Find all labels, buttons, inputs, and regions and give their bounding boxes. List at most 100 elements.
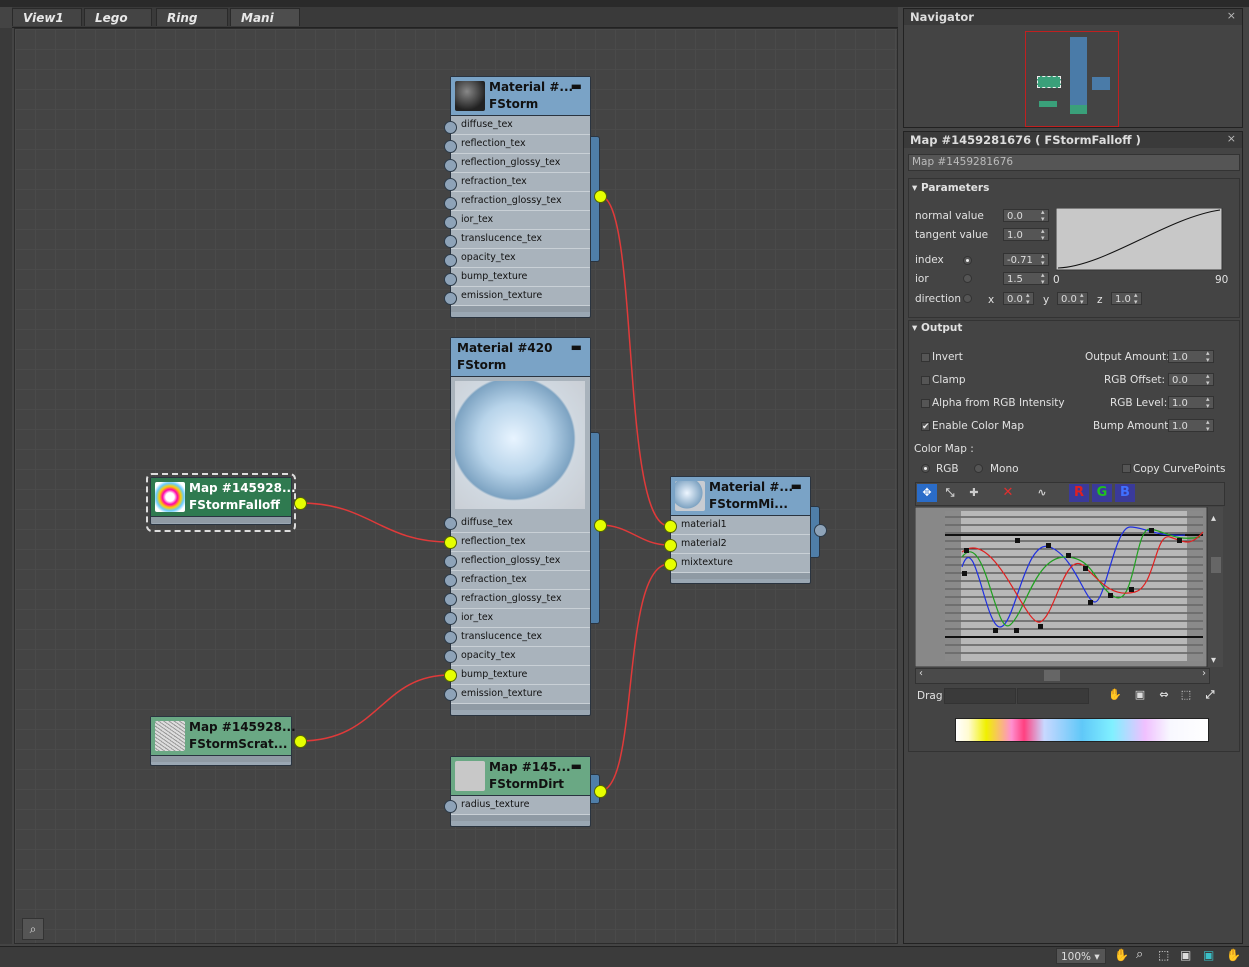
slot-refraction-glossy-tex[interactable]: refraction_glossy_tex (451, 192, 590, 211)
slot-bump-texture[interactable]: bump_texture (451, 268, 590, 287)
dirt-map-node[interactable]: Map #145... FStormDirt ▬ radius_texture (450, 756, 591, 827)
scale-points-icon[interactable]: ⤡ (940, 484, 960, 502)
slot-reflection-tex[interactable]: reflection_tex (451, 533, 590, 552)
collapse-icon[interactable]: ▬ (571, 759, 582, 773)
slot-translucence-tex[interactable]: translucence_tex (451, 230, 590, 249)
delete-point-icon[interactable]: ✕ (998, 484, 1018, 502)
zoom-selected-icon[interactable]: ▣ (1203, 948, 1214, 962)
output-port[interactable] (294, 735, 307, 748)
index-radio[interactable] (963, 256, 972, 265)
slot-reflection-glossy-tex[interactable]: reflection_glossy_tex (451, 154, 590, 173)
slot-reflection-glossy-tex[interactable]: reflection_glossy_tex (451, 552, 590, 571)
input-port[interactable] (444, 178, 457, 191)
parameters-header[interactable]: ▾ Parameters (912, 182, 989, 194)
output-port[interactable] (814, 524, 827, 537)
output-port[interactable] (594, 519, 607, 532)
close-icon[interactable]: × (1227, 132, 1236, 145)
green-channel-button[interactable]: G (1092, 484, 1112, 502)
input-port-connected[interactable] (664, 558, 677, 571)
input-port[interactable] (444, 688, 457, 701)
y-spinner[interactable]: 0.0 (1057, 292, 1088, 306)
falloff-map-node[interactable]: Map #145928... FStormFalloff (150, 477, 296, 525)
input-port[interactable] (444, 140, 457, 153)
slot-refraction-glossy-tex[interactable]: refraction_glossy_tex (451, 590, 590, 609)
pan-view-icon[interactable]: ✋ (1226, 948, 1241, 962)
material-420-node[interactable]: Material #420 FStorm ▬ diffuse_tex refle… (450, 337, 591, 716)
input-port[interactable] (444, 197, 457, 210)
input-port[interactable] (444, 555, 457, 568)
input-port[interactable] (444, 235, 457, 248)
rgb-level-spinner[interactable]: 1.0 (1168, 396, 1214, 410)
blue-channel-button[interactable]: B (1115, 484, 1135, 502)
input-port[interactable] (444, 631, 457, 644)
normal-value-spinner[interactable]: 0.0 (1003, 209, 1049, 223)
mono-radio[interactable] (974, 464, 983, 473)
slot-reflection-tex[interactable]: reflection_tex (451, 135, 590, 154)
close-icon[interactable]: × (1227, 9, 1236, 22)
input-port[interactable] (444, 273, 457, 286)
slot-translucence-tex[interactable]: translucence_tex (451, 628, 590, 647)
slot-material1[interactable]: material1 (671, 516, 810, 535)
slot-radius-texture[interactable]: radius_texture (451, 796, 590, 815)
collapse-icon[interactable]: ▬ (791, 479, 802, 493)
color-map-curve-graph[interactable]: ▴ ▾ (915, 507, 1225, 667)
input-port[interactable] (444, 159, 457, 172)
invert-checkbox[interactable] (921, 353, 930, 362)
rgb-offset-spinner[interactable]: 0.0 (1168, 373, 1214, 387)
pan-hand-icon[interactable]: ✋ (1105, 686, 1125, 704)
binoculars-icon[interactable]: ⌕ (22, 918, 44, 940)
output-port[interactable] (294, 497, 307, 510)
input-port[interactable] (444, 574, 457, 587)
map-name-field[interactable]: Map #1459281676 (908, 154, 1240, 171)
tangent-value-spinner[interactable]: 1.0 (1003, 228, 1049, 242)
move-points-icon[interactable]: ✥ (917, 484, 937, 502)
bump-amount-spinner[interactable]: 1.0 (1168, 419, 1214, 433)
clamp-checkbox[interactable] (921, 376, 930, 385)
output-header[interactable]: ▾ Output (912, 322, 962, 334)
insert-point-icon[interactable]: ✚ (964, 484, 984, 502)
curve-horizontal-scrollbar[interactable]: ‹ › (915, 668, 1210, 684)
z-spinner[interactable]: 1.0 (1111, 292, 1142, 306)
ior-radio[interactable] (963, 274, 972, 283)
output-port[interactable] (594, 190, 607, 203)
slot-material2[interactable]: material2 (671, 535, 810, 554)
input-port[interactable] (444, 800, 457, 813)
input-port-connected[interactable] (444, 536, 457, 549)
input-port[interactable] (444, 292, 457, 305)
slot-diffuse-tex[interactable]: diffuse_tex (451, 514, 590, 533)
fit-icon[interactable]: ⤢ (1200, 686, 1220, 704)
zoom-region-icon[interactable]: ⬚ (1158, 948, 1169, 962)
falloff-curve-graph[interactable] (1056, 208, 1224, 272)
slot-opacity-tex[interactable]: opacity_tex (451, 647, 590, 666)
input-port-connected[interactable] (444, 669, 457, 682)
curve-y-field[interactable] (1017, 688, 1089, 704)
slot-bump-texture[interactable]: bump_texture (451, 666, 590, 685)
mix-material-node[interactable]: Material #... FStormMi... ▬ material1 ma… (670, 476, 811, 584)
output-amount-spinner[interactable]: 1.0 (1168, 350, 1214, 364)
input-port[interactable] (444, 254, 457, 267)
input-port[interactable] (444, 121, 457, 134)
enable-color-map-checkbox[interactable]: ✔ (921, 422, 930, 432)
direction-radio[interactable] (963, 294, 972, 303)
zoom-region-icon[interactable]: ⬚ (1176, 686, 1196, 704)
input-port[interactable] (444, 650, 457, 663)
red-channel-button[interactable]: R (1069, 484, 1089, 502)
material-node-top[interactable]: Material #... FStorm ▬ diffuse_tex refle… (450, 76, 591, 318)
rgb-radio[interactable] (921, 464, 930, 473)
slot-ior-tex[interactable]: ior_tex (451, 609, 590, 628)
input-port[interactable] (444, 216, 457, 229)
input-port[interactable] (444, 517, 457, 530)
zoom-icon[interactable]: ⌕ (1136, 947, 1143, 962)
alpha-rgb-checkbox[interactable] (921, 399, 930, 408)
input-port-connected[interactable] (664, 539, 677, 552)
reset-curve-icon[interactable]: ∿ (1032, 484, 1052, 502)
zoom-horizontal-icon[interactable]: ⇔ (1154, 686, 1174, 704)
copy-curvepoints-checkbox[interactable] (1122, 464, 1131, 473)
slot-diffuse-tex[interactable]: diffuse_tex (451, 116, 590, 135)
pan-icon[interactable]: ✋ (1114, 948, 1129, 962)
slot-refraction-tex[interactable]: refraction_tex (451, 173, 590, 192)
input-port[interactable] (444, 612, 457, 625)
collapse-icon[interactable]: ▬ (571, 340, 582, 354)
slot-mixtexture[interactable]: mixtexture (671, 554, 810, 573)
zoom-level-dropdown[interactable]: 100% ▾ (1056, 948, 1106, 964)
